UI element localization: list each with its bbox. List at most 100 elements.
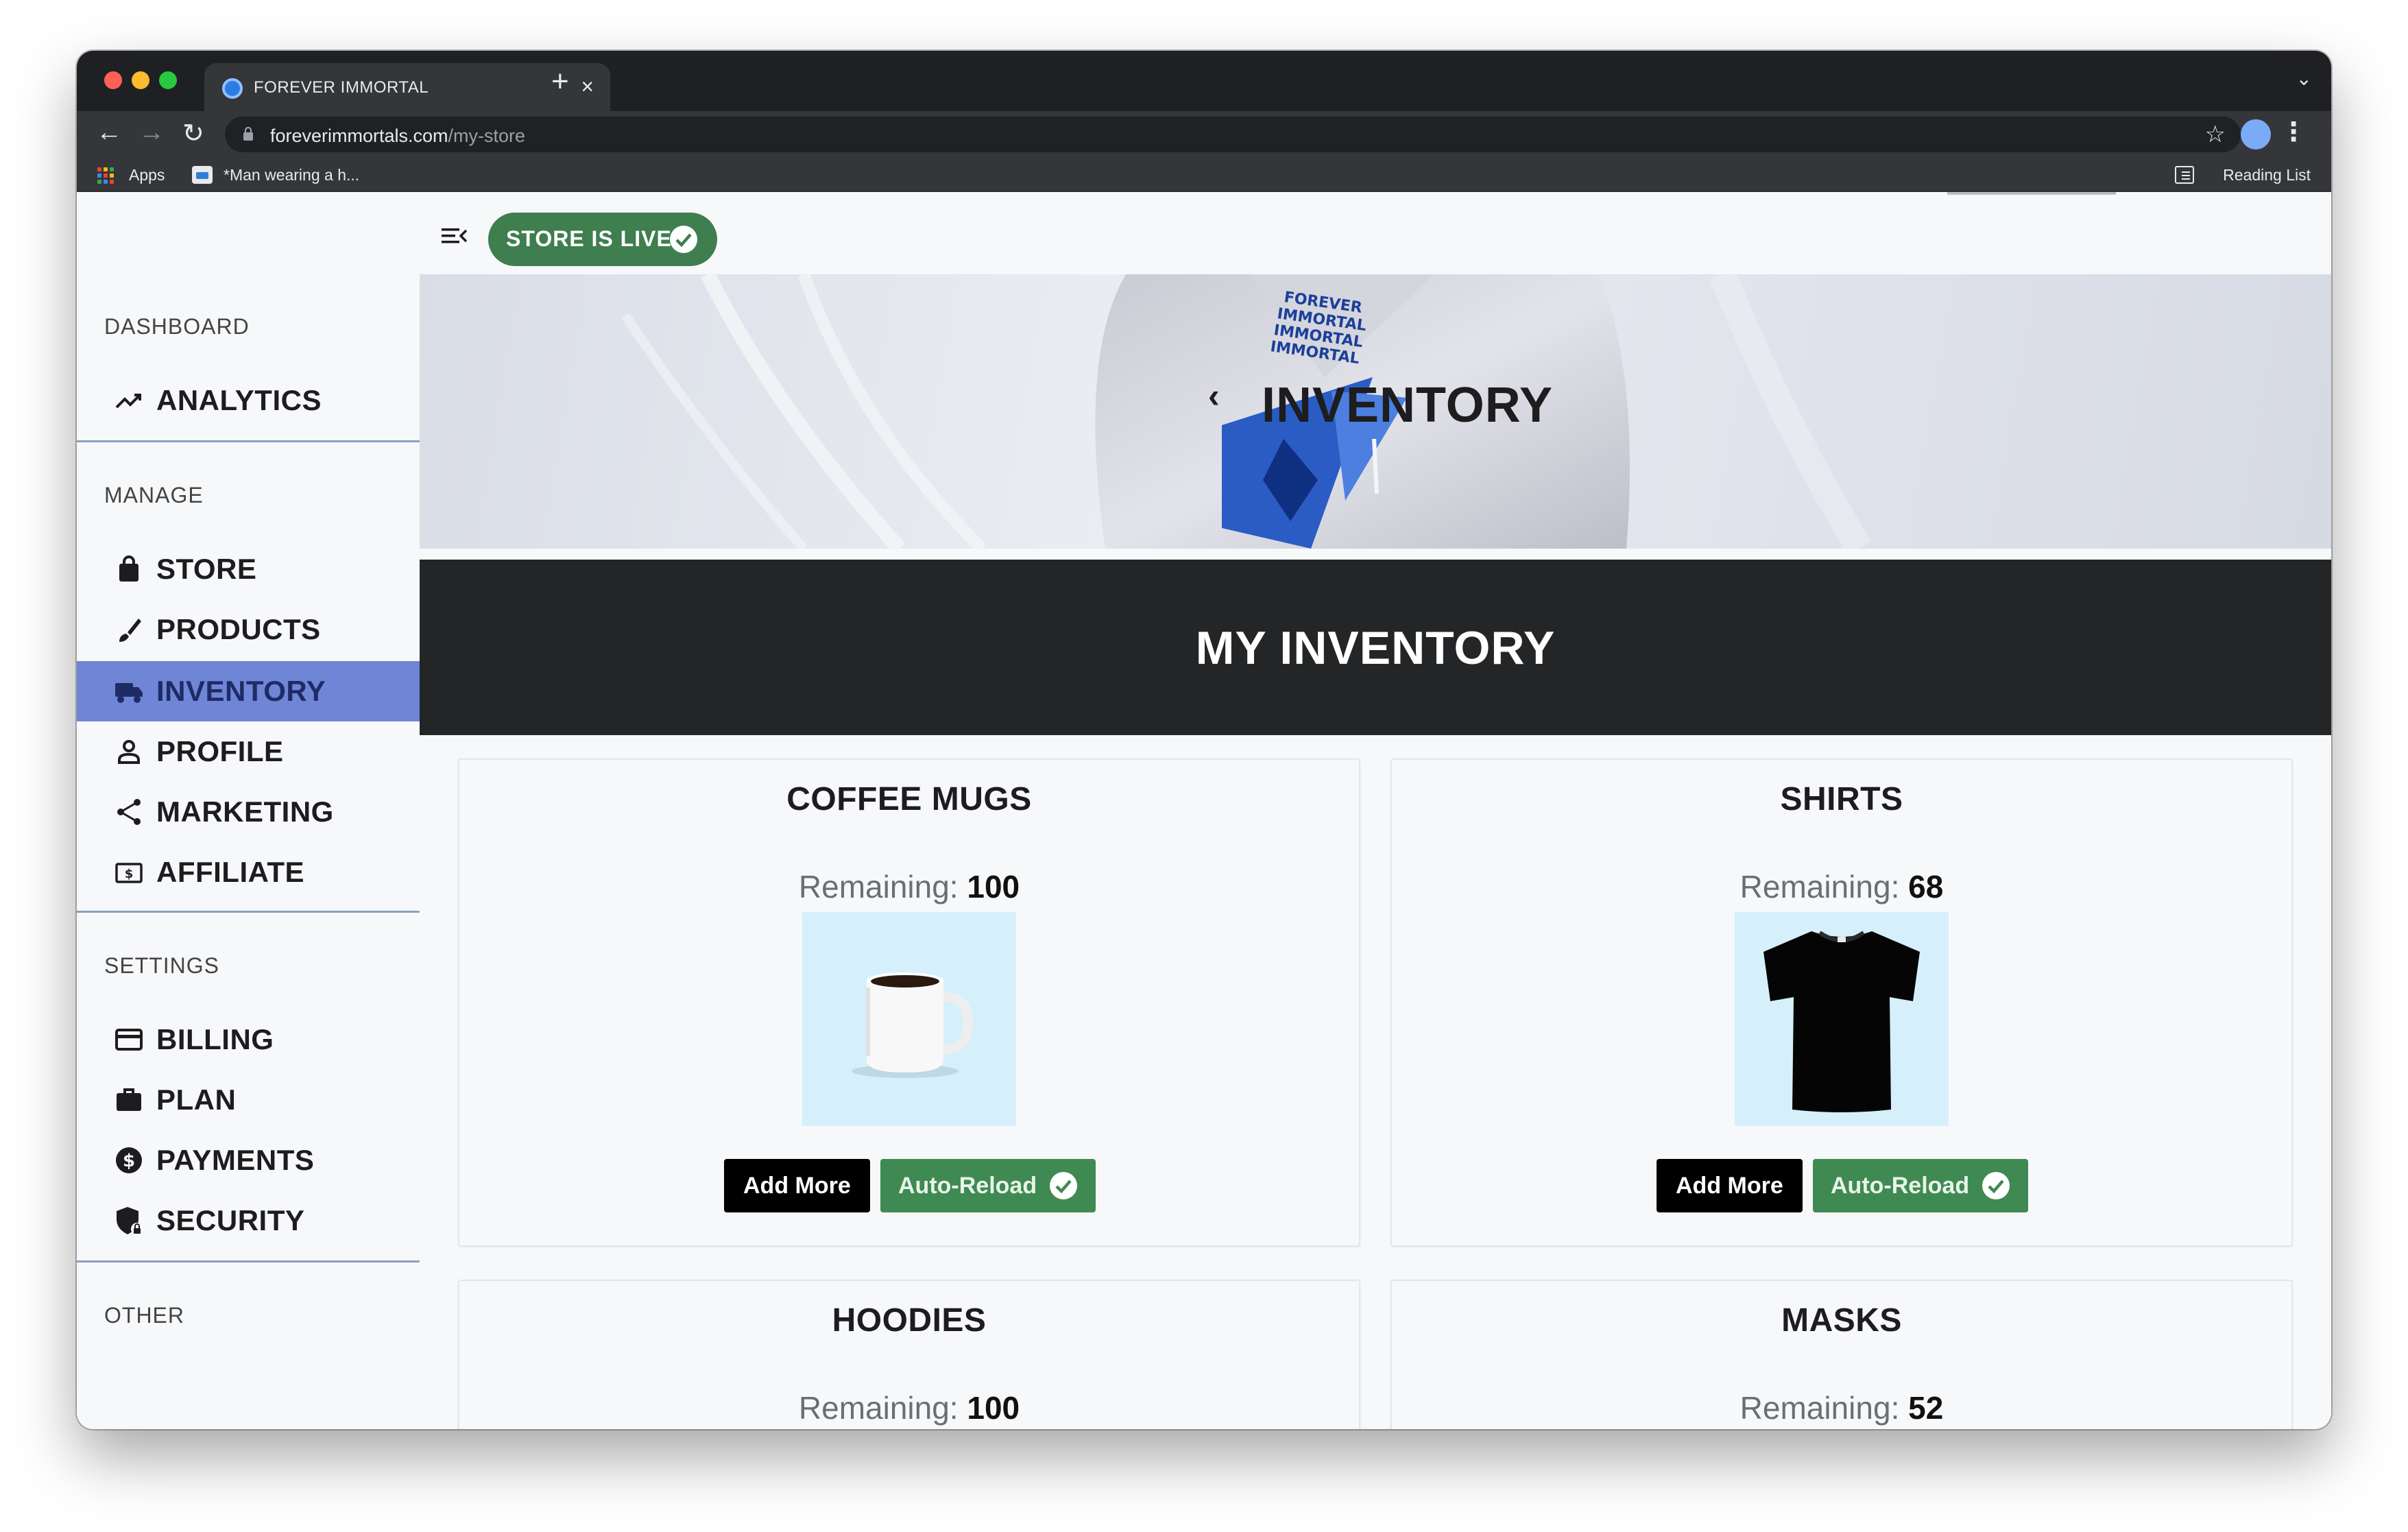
close-tab-icon[interactable]: × (581, 74, 594, 99)
browser-menu-icon[interactable]: ⋮ (2280, 117, 2307, 147)
url-domain: foreverimmortals.com (270, 125, 448, 146)
section-dashboard: DASHBOARD (104, 314, 250, 339)
top-scroll-hint (1947, 192, 2116, 195)
inventory-card-coffee-mugs: COFFEE MUGS Remaining: 100 Add More Auto… (458, 758, 1360, 1247)
check-circle-icon (670, 226, 697, 253)
remaining-label: Remaining: (798, 1390, 959, 1426)
remaining-label: Remaining: (1739, 1390, 1900, 1426)
tab-title: FOREVER IMMORTAL (254, 78, 429, 97)
sidebar-divider (77, 1260, 420, 1262)
tab-search-chevron-icon[interactable]: ⌄ (2296, 67, 2312, 90)
sidebar-item-label: PRODUCTS (156, 613, 321, 645)
back-chevron-icon[interactable]: ‹ (1208, 376, 1220, 416)
url-text: foreverimmortals.com/my-store (270, 125, 525, 147)
sidebar-divider (77, 440, 420, 442)
sidebar-divider (77, 911, 420, 913)
sidebar-item-label: PROFILE (156, 735, 284, 767)
remaining-count: Remaining: 68 (1392, 868, 2291, 905)
auto-reload-button[interactable]: Auto-Reload (1813, 1159, 2028, 1212)
browser-toolbar: ← → ↻ foreverimmortals.com/my-store ☆ ⋮ (77, 111, 2331, 158)
reload-icon[interactable]: ↻ (182, 118, 204, 149)
hero-title: INVENTORY (1262, 378, 1554, 433)
share-icon (117, 799, 141, 825)
browser-window: FOREVER IMMORTAL × + ⌄ ← → ↻ foreverimmo… (77, 51, 2331, 1429)
remaining-value: 68 (1908, 869, 1944, 905)
store-live-badge[interactable]: STORE IS LIVE (488, 213, 717, 266)
remaining-count: Remaining: 100 (459, 868, 1359, 905)
section-manage: MANAGE (104, 483, 204, 507)
address-bar[interactable]: foreverimmortals.com/my-store ☆ (225, 117, 2241, 152)
apps-grid-icon[interactable] (97, 167, 114, 184)
sidebar-item-marketing[interactable]: MARKETING (77, 782, 420, 842)
lock-icon (243, 126, 253, 141)
card-title: SHIRTS (1780, 781, 1903, 817)
add-more-button[interactable]: Add More (724, 1159, 870, 1212)
auto-reload-label: Auto-Reload (1831, 1173, 1970, 1199)
remaining-value: 100 (967, 869, 1020, 905)
sidebar-item-label: INVENTORY (156, 675, 326, 707)
remaining-value: 100 (967, 1390, 1020, 1426)
profile-avatar[interactable] (2241, 119, 2271, 149)
bookmarks-bar: Apps *Man wearing a h... Reading List (77, 158, 2331, 192)
browser-tab[interactable]: FOREVER IMMORTAL × (204, 63, 610, 111)
sidebar-item-affiliate[interactable]: $ AFFILIATE (77, 842, 420, 902)
sidebar-item-profile[interactable]: PROFILE (77, 721, 420, 782)
my-inventory-banner: MY INVENTORY (420, 560, 2331, 735)
svg-text:$: $ (123, 1151, 135, 1171)
remaining-count: Remaining: 100 (459, 1389, 1359, 1426)
sidebar-item-store[interactable]: STORE (77, 539, 420, 599)
black-tshirt-image (1763, 931, 1920, 1112)
check-circle-icon (1982, 1172, 2010, 1199)
brush-icon (119, 619, 141, 642)
add-more-button[interactable]: Add More (1657, 1159, 1803, 1212)
inventory-card-shirts: SHIRTS Remaining: 68 Add More Auto-Reloa… (1390, 758, 2293, 1247)
sidebar-item-payments[interactable]: $ PAYMENTS (77, 1130, 420, 1190)
collapse-sidebar-icon[interactable] (440, 225, 468, 247)
sidebar-item-label: MARKETING (156, 795, 334, 828)
new-tab-button[interactable]: + (551, 64, 569, 99)
auto-reload-button[interactable]: Auto-Reload (880, 1159, 1096, 1212)
card-title: HOODIES (832, 1302, 987, 1339)
remaining-value: 52 (1908, 1390, 1944, 1426)
check-circle-icon (1050, 1172, 1077, 1199)
url-path: /my-store (448, 125, 526, 146)
inventory-card-hoodies: HOODIES Remaining: 100 (458, 1280, 1360, 1429)
bookmark-apps[interactable]: Apps (129, 166, 165, 184)
main-content: STORE IS LIVE FOREVER IMMORTAL IMMORTAL … (420, 192, 2331, 1429)
section-settings: SETTINGS (104, 953, 220, 978)
maximize-window-button[interactable] (159, 71, 177, 89)
minimize-window-button[interactable] (132, 71, 149, 89)
banner-title: MY INVENTORY (1195, 622, 1556, 674)
product-image-shirt (1735, 912, 1949, 1126)
sidebar-item-analytics[interactable]: ANALYTICS (77, 370, 420, 431)
top-strip: STORE IS LIVE (420, 192, 2331, 274)
remaining-label: Remaining: (798, 869, 959, 905)
tab-bar: FOREVER IMMORTAL × + ⌄ (77, 51, 2331, 111)
forward-arrow-icon[interactable]: → (139, 118, 165, 147)
section-other: OTHER (104, 1303, 184, 1328)
sidebar-item-security[interactable]: SECURITY (77, 1190, 420, 1251)
hero-gap (420, 549, 2331, 560)
sidebar-item-plan[interactable]: PLAN (77, 1070, 420, 1130)
site-favicon-icon (222, 78, 243, 99)
sidebar-item-inventory[interactable]: INVENTORY (77, 661, 420, 721)
bookmark-star-icon[interactable]: ☆ (2205, 121, 2226, 148)
back-arrow-icon[interactable]: ← (96, 118, 122, 147)
close-window-button[interactable] (104, 71, 122, 89)
sidebar-item-products[interactable]: PRODUCTS (77, 599, 420, 660)
sidebar-item-label: PLAN (156, 1084, 237, 1116)
inventory-card-masks: MASKS Remaining: 52 (1390, 1280, 2293, 1429)
briefcase-icon (117, 1088, 141, 1111)
sidebar-item-label: ANALYTICS (156, 384, 322, 416)
dollar-circle-icon: $ (116, 1147, 142, 1173)
trending-up-icon (115, 394, 141, 409)
sidebar-item-billing[interactable]: BILLING (77, 1009, 420, 1070)
sidebar-item-label: SECURITY (156, 1204, 305, 1236)
shopping-bag-icon (119, 555, 139, 582)
bookmark-man-wearing[interactable]: *Man wearing a h... (224, 166, 359, 184)
svg-text:$: $ (125, 867, 134, 881)
auto-reload-label: Auto-Reload (898, 1173, 1037, 1199)
reading-list-button[interactable]: Reading List (2223, 166, 2311, 184)
card-title: COFFEE MUGS (786, 781, 1032, 817)
credit-card-icon (115, 1029, 143, 1051)
